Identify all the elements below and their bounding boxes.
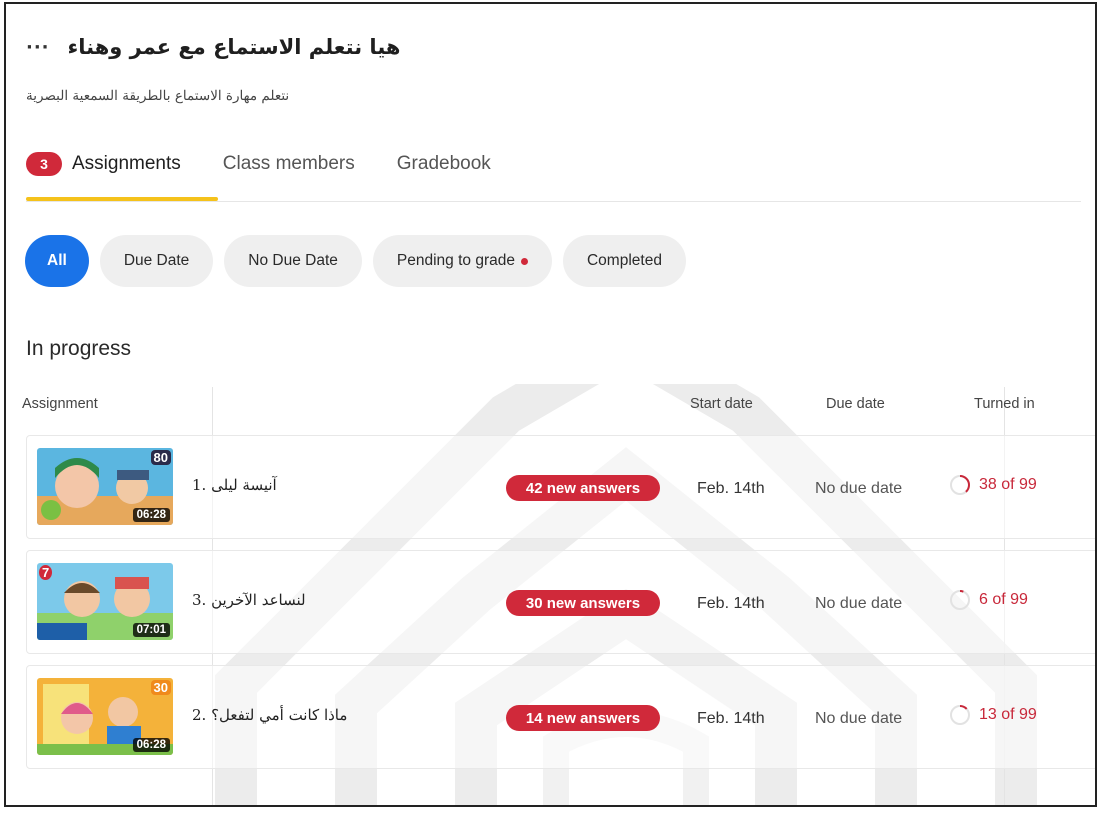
assignment-row[interactable]: 30 06:28 2. ماذا كانت أمي لتفعل؟ 14 new … [26, 665, 1095, 769]
filter-pending-to-grade[interactable]: Pending to grade [372, 235, 552, 287]
filter-completed[interactable]: Completed [562, 235, 686, 287]
assignment-title[interactable]: 2. ماذا كانت أمي لتفعل؟ [192, 706, 347, 724]
assignment-title[interactable]: 1. آنيسة ليلى [192, 476, 277, 494]
thumbnail-badge: 80 [150, 450, 171, 465]
tab-bar: 3 Assignments Class members Gradebook [26, 144, 533, 184]
tab-label: Assignments [72, 153, 181, 174]
due-date: No due date [815, 480, 903, 497]
tab-label: Gradebook [396, 153, 491, 174]
turned-in: 38 of 99 [949, 474, 1037, 496]
class-title: هيا نتعلم الاستماع مع عمر وهناء [67, 35, 401, 59]
turned-in: 13 of 99 [949, 704, 1037, 726]
start-date: Feb. 14th [697, 480, 765, 497]
column-assignment: Assignment [22, 396, 98, 412]
assignment-title[interactable]: 3. لنساعد الآخرين [192, 591, 306, 609]
class-subtitle: نتعلم مهارة الاستماع بالطريقة السمعية ال… [26, 88, 290, 104]
video-thumbnail[interactable]: 30 06:28 [37, 678, 173, 755]
thumbnail-badge: 30 [150, 680, 171, 695]
due-date: No due date [815, 595, 903, 612]
new-answers-badge[interactable]: 30 new answers [506, 590, 660, 616]
column-due-date: Due date [826, 396, 885, 412]
new-answers-badge[interactable]: 14 new answers [506, 705, 660, 731]
video-thumbnail[interactable]: 80 06:28 [37, 448, 173, 525]
filter-no-due-date[interactable]: No Due Date [224, 235, 362, 287]
video-duration: 06:28 [132, 738, 170, 752]
tab-class-members[interactable]: Class members [223, 144, 355, 184]
filter-due-date[interactable]: Due Date [99, 235, 214, 287]
assignment-row[interactable]: 80 06:28 1. آنيسة ليلى 42 new answers Fe… [26, 435, 1095, 539]
tab-gradebook[interactable]: Gradebook [397, 144, 491, 184]
chip-label: Pending to grade [396, 252, 515, 269]
app-frame: هيا نتعلم الاستماع مع عمر وهناء ··· نتعل… [4, 2, 1097, 807]
tab-label: Class members [222, 153, 355, 174]
column-start-date: Start date [690, 396, 753, 412]
turned-in: 6 of 99 [949, 589, 1028, 611]
video-duration: 06:28 [132, 508, 170, 522]
assignments-count-badge: 3 [26, 152, 62, 176]
filter-all[interactable]: All [25, 235, 89, 287]
due-date: No due date [815, 710, 903, 727]
new-answers-badge[interactable]: 42 new answers [506, 475, 660, 501]
turned-in-count: 13 of 99 [979, 706, 1037, 723]
video-thumbnail[interactable]: 7 07:01 [37, 563, 173, 640]
pending-dot-icon [520, 257, 528, 265]
turned-in-count: 38 of 99 [979, 476, 1037, 493]
column-turned-in: Turned in [974, 396, 1035, 412]
filter-chips: All Due Date No Due Date Pending to grad… [25, 235, 686, 287]
section-title: In progress [26, 337, 132, 360]
progress-ring-icon [950, 705, 970, 725]
video-duration: 07:01 [132, 623, 170, 637]
progress-ring-icon [950, 590, 970, 610]
turned-in-count: 6 of 99 [979, 591, 1028, 608]
progress-ring-icon [950, 475, 970, 495]
assignment-row[interactable]: 7 07:01 3. لنساعد الآخرين 30 new answers… [26, 550, 1095, 654]
tabs-divider [26, 201, 1081, 202]
class-header: هيا نتعلم الاستماع مع عمر وهناء ··· [26, 30, 1075, 64]
more-horizontal-icon[interactable]: ··· [26, 37, 50, 58]
start-date: Feb. 14th [697, 595, 765, 612]
start-date: Feb. 14th [697, 710, 765, 727]
tab-assignments[interactable]: 3 Assignments [26, 144, 181, 184]
